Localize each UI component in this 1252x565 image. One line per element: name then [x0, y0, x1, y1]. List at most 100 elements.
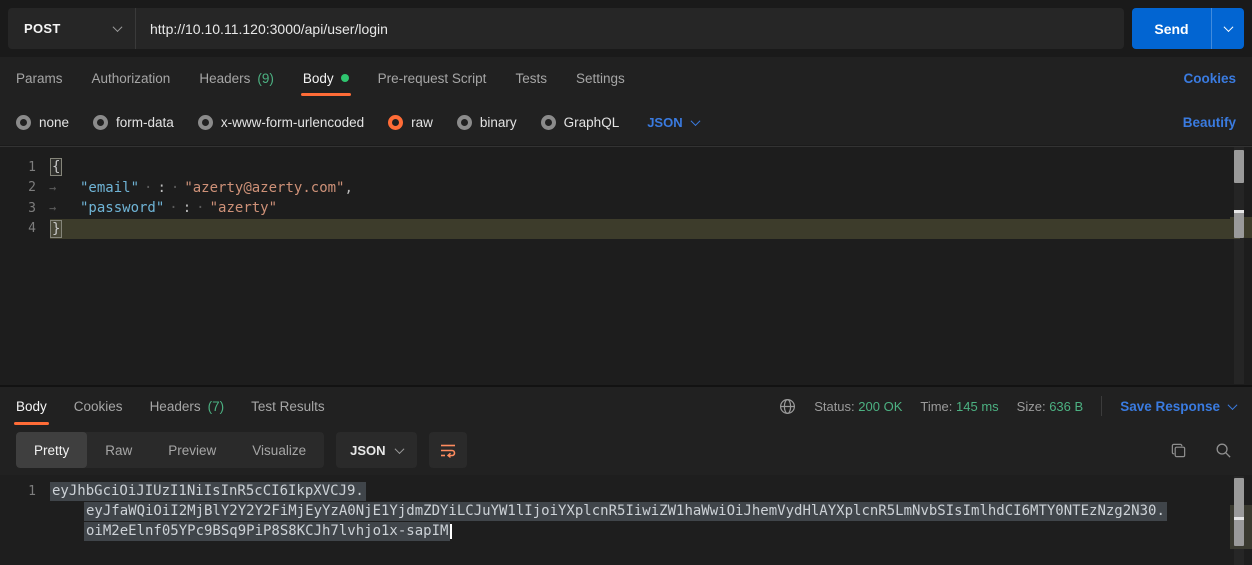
send-label[interactable]: Send: [1132, 8, 1212, 49]
scrollbar-cursor-mark: [1234, 210, 1244, 213]
divider: [1101, 396, 1102, 416]
tab-params[interactable]: Params: [16, 57, 63, 99]
response-scrollbar-thumb[interactable]: [1234, 478, 1244, 546]
tab-pre-request-script[interactable]: Pre-request Script: [378, 57, 487, 99]
close-brace: }: [50, 220, 62, 238]
tab-whitespace-icon: →: [49, 181, 56, 195]
response-scrollbar-cursor-mark: [1234, 517, 1244, 520]
wrap-lines-icon: [439, 441, 457, 459]
response-tab-headers[interactable]: Headers (7): [150, 387, 225, 425]
radio-icon: [16, 115, 31, 130]
method-select[interactable]: POST: [8, 8, 136, 49]
wrap-lines-button[interactable]: [429, 432, 467, 468]
editor-scrollbar-thumb[interactable]: [1234, 150, 1244, 183]
tab-whitespace-icon: →: [49, 201, 56, 215]
active-tab-underline: [301, 93, 351, 96]
chevron-down-icon: [113, 22, 123, 32]
method-label: POST: [24, 21, 61, 36]
tab-tests[interactable]: Tests: [515, 57, 547, 99]
request-tabs: Params Authorization Headers (9) Body Pr…: [0, 57, 1252, 99]
chevron-down-icon: [1228, 400, 1238, 410]
radio-icon: [198, 115, 213, 130]
response-line: 1 eyJhbGciOiJIUzI1NiIsInR5cCI6IkpXVCJ9.: [0, 481, 1240, 501]
radio-icon: [541, 115, 556, 130]
mode-x-www-form-urlencoded[interactable]: x-www-form-urlencoded: [198, 115, 364, 130]
time-field: Time: 145 ms: [920, 399, 998, 414]
mode-none[interactable]: none: [16, 115, 69, 130]
line-number: 2: [0, 180, 50, 195]
size-value: 636 B: [1049, 399, 1083, 414]
copy-response-button[interactable]: [1170, 442, 1187, 459]
view-visualize[interactable]: Visualize: [234, 432, 324, 468]
line-number: 1: [0, 160, 50, 175]
response-header: Body Cookies Headers (7) Test Results St…: [0, 387, 1252, 425]
view-pretty[interactable]: Pretty: [16, 432, 87, 468]
headers-count: (9): [257, 71, 274, 86]
response-language-select[interactable]: JSON: [336, 432, 416, 468]
editor-line: 3 → "password" · : · "azerty": [0, 198, 1240, 219]
time-value: 145 ms: [956, 399, 999, 414]
response-headers-count: (7): [208, 399, 225, 414]
line-number: 4: [0, 221, 50, 236]
json-value: "azerty@azerty.com": [184, 180, 344, 196]
status-value: 200 OK: [858, 399, 902, 414]
space-dot-icon: ·: [196, 200, 204, 216]
space-dot-icon: ·: [144, 180, 152, 196]
request-body-editor[interactable]: 1 { 2 → "email" · : · "azerty@azerty.com…: [0, 146, 1252, 385]
line-number: 3: [0, 201, 50, 216]
search-icon: [1215, 442, 1232, 459]
mode-form-data[interactable]: form-data: [93, 115, 174, 130]
send-options-button[interactable]: [1212, 8, 1244, 49]
response-toolbar: Pretty Raw Preview Visualize JSON: [0, 425, 1252, 475]
chevron-down-icon: [690, 116, 700, 126]
radio-selected-icon: [388, 115, 403, 130]
response-line-wrapped: eyJfaWQiOiI2MjBlY2Y2Y2FiMjEyYzA0NjE1Yjdm…: [0, 501, 1240, 521]
mode-raw[interactable]: raw: [388, 115, 433, 130]
view-preview[interactable]: Preview: [150, 432, 234, 468]
json-key: "password": [80, 200, 164, 216]
open-brace: {: [50, 158, 62, 176]
request-url-bar: POST Send: [0, 0, 1252, 57]
editor-current-line: 4 }: [0, 219, 1240, 240]
jwt-token-part-2: eyJfaWQiOiI2MjBlY2Y2Y2FiMjEyYzA0NjE1Yjdm…: [84, 502, 1167, 521]
response-tab-body[interactable]: Body: [16, 387, 47, 425]
mode-binary[interactable]: binary: [457, 115, 517, 130]
view-raw[interactable]: Raw: [87, 432, 150, 468]
editor-line: 1 {: [0, 157, 1240, 178]
save-response-button[interactable]: Save Response: [1120, 399, 1244, 414]
editor-line: 2 → "email" · : · "azerty@azerty.com" ,: [0, 178, 1240, 199]
response-tab-test-results[interactable]: Test Results: [251, 387, 325, 425]
body-mode-row: none form-data x-www-form-urlencoded raw…: [0, 99, 1252, 145]
status-field: Status: 200 OK: [814, 399, 902, 414]
body-language-select[interactable]: JSON: [647, 115, 698, 130]
size-field: Size: 636 B: [1017, 399, 1084, 414]
cookies-link[interactable]: Cookies: [1183, 71, 1236, 86]
line-number: 1: [0, 484, 50, 499]
editor-scrollbar-cursor-thumb[interactable]: [1234, 212, 1244, 238]
tab-body[interactable]: Body: [303, 57, 349, 99]
network-globe-icon[interactable]: [779, 398, 796, 415]
jwt-token-part-1: eyJhbGciOiJIUzI1NiIsInR5cCI6IkpXVCJ9.: [50, 482, 366, 501]
radio-icon: [93, 115, 108, 130]
tab-authorization[interactable]: Authorization: [92, 57, 171, 99]
search-response-button[interactable]: [1215, 442, 1232, 459]
response-view-switcher: Pretty Raw Preview Visualize: [16, 432, 324, 468]
tab-headers[interactable]: Headers (9): [199, 57, 274, 99]
space-dot-icon: ·: [171, 180, 179, 196]
radio-icon: [457, 115, 472, 130]
text-cursor: [450, 524, 452, 539]
url-input[interactable]: [136, 8, 1124, 49]
response-line-wrapped: oiM2eElnf05YPc9BSq9PiP8S8KCJh7lvhjo1x-sa…: [0, 521, 1240, 541]
space-dot-icon: ·: [169, 200, 177, 216]
tab-settings[interactable]: Settings: [576, 57, 625, 99]
jwt-token-part-3: oiM2eElnf05YPc9BSq9PiP8S8KCJh7lvhjo1x-sa…: [84, 522, 450, 541]
response-body-viewer[interactable]: 1 eyJhbGciOiJIUzI1NiIsInR5cCI6IkpXVCJ9. …: [0, 475, 1252, 565]
json-value: "azerty": [210, 200, 277, 216]
response-tab-cookies[interactable]: Cookies: [74, 387, 123, 425]
copy-icon: [1170, 442, 1187, 459]
chevron-down-icon: [1223, 22, 1233, 32]
send-button[interactable]: Send: [1132, 8, 1244, 49]
mode-graphql[interactable]: GraphQL: [541, 115, 620, 130]
json-key: "email": [80, 180, 139, 196]
beautify-link[interactable]: Beautify: [1183, 115, 1236, 130]
